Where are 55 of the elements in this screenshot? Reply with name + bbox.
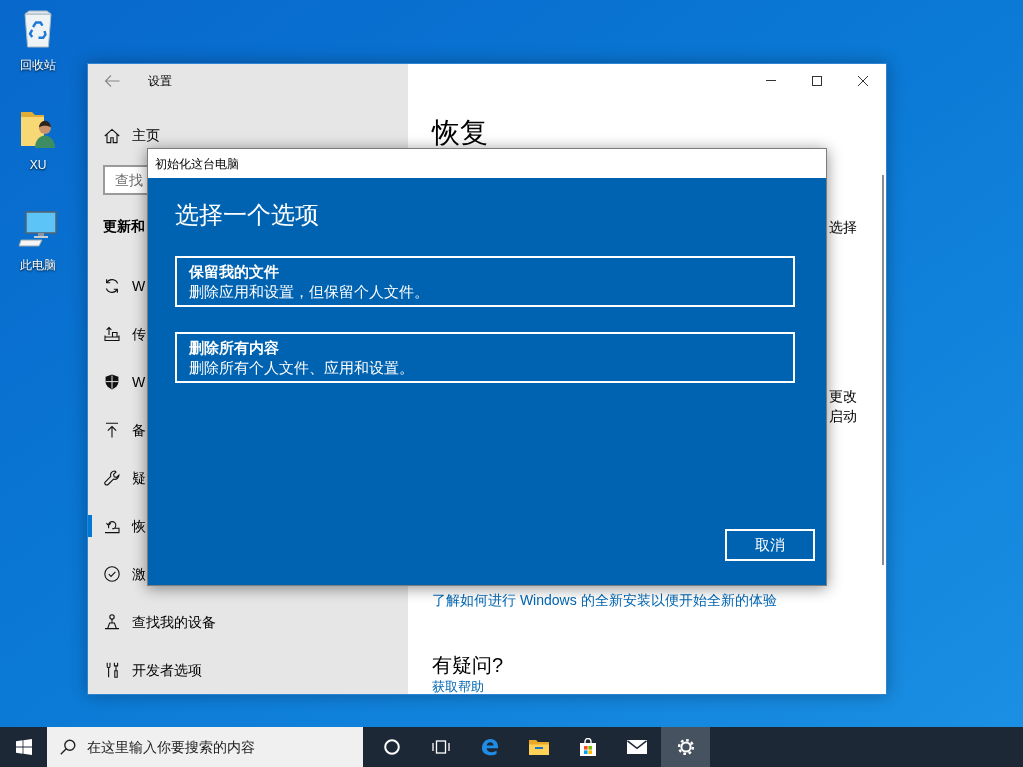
taskbar-button[interactable] [661, 727, 710, 767]
description-text: 更改 [829, 387, 857, 405]
folder-icon [528, 739, 549, 755]
envelope-icon [626, 740, 647, 754]
scrollbar[interactable] [882, 175, 884, 565]
start-logo-icon [15, 739, 32, 755]
up-arrow-icon [104, 422, 120, 438]
description-text: 选择 [829, 218, 857, 236]
nav-item[interactable]: W [88, 262, 146, 310]
upload-tray-icon [104, 326, 120, 342]
person-pin-icon [104, 614, 120, 630]
home-link[interactable]: 主页 [88, 113, 160, 158]
sync-icon [104, 278, 120, 294]
nav-item[interactable]: 传 [88, 310, 146, 358]
tools-icon [104, 662, 120, 678]
help-link[interactable]: 获取帮助 [432, 680, 484, 694]
nav-item[interactable]: 查找我的设备 [88, 598, 216, 646]
desktop-shortcut[interactable]: 此电脑 [0, 206, 76, 306]
dialog-heading: 选择一个选项 [175, 200, 319, 230]
section-title: 更新和 [103, 217, 145, 235]
nav-item[interactable]: 备 [88, 406, 146, 454]
option-card[interactable]: 删除所有内容 删除所有个人文件、应用和设置。 [175, 332, 795, 383]
maximize-icon [812, 75, 822, 86]
home-icon [104, 127, 120, 144]
search-icon [60, 739, 76, 755]
desktop-shortcut[interactable]: XU [0, 106, 76, 206]
desktop-shortcut[interactable]: 回收站 [0, 6, 76, 106]
shopping-bag-icon [578, 738, 597, 756]
nav-item[interactable]: 恢 [88, 502, 146, 550]
shield-icon [104, 374, 120, 390]
wrench-icon [104, 470, 120, 486]
check-circle-icon [104, 566, 120, 582]
page-title: 恢复 [432, 119, 488, 147]
close-icon [858, 75, 868, 86]
description-text: 启动 [829, 407, 857, 425]
search-field[interactable]: 在这里输入你要搜索的内容 [47, 727, 363, 767]
section-heading: 有疑问? [432, 653, 504, 678]
computer-icon [18, 209, 58, 249]
gear-icon [676, 738, 695, 756]
task-view-icon [431, 740, 450, 754]
minimize-icon [766, 80, 776, 81]
nav-item[interactable]: 疑 [88, 454, 146, 502]
user-folder-icon [18, 109, 58, 149]
e-logo-icon [480, 738, 499, 756]
window-title: 设置 [148, 72, 172, 89]
dialog-title: 初始化这台电脑 [155, 155, 239, 172]
link[interactable]: 了解如何进行 Windows 的全新安装以便开始全新的体验 [432, 591, 777, 609]
nav-item[interactable]: W [88, 358, 146, 406]
back-arrow-icon [104, 72, 120, 89]
nav-item[interactable]: 激 [88, 550, 146, 598]
recovery-icon [104, 518, 120, 534]
option-card[interactable]: 保留我的文件 删除应用和设置，但保留个人文件。 [175, 256, 795, 307]
circle-icon [383, 739, 400, 755]
nav-item[interactable]: 开发者选项 [88, 646, 202, 694]
cancel-button[interactable]: 取消 [725, 529, 815, 561]
